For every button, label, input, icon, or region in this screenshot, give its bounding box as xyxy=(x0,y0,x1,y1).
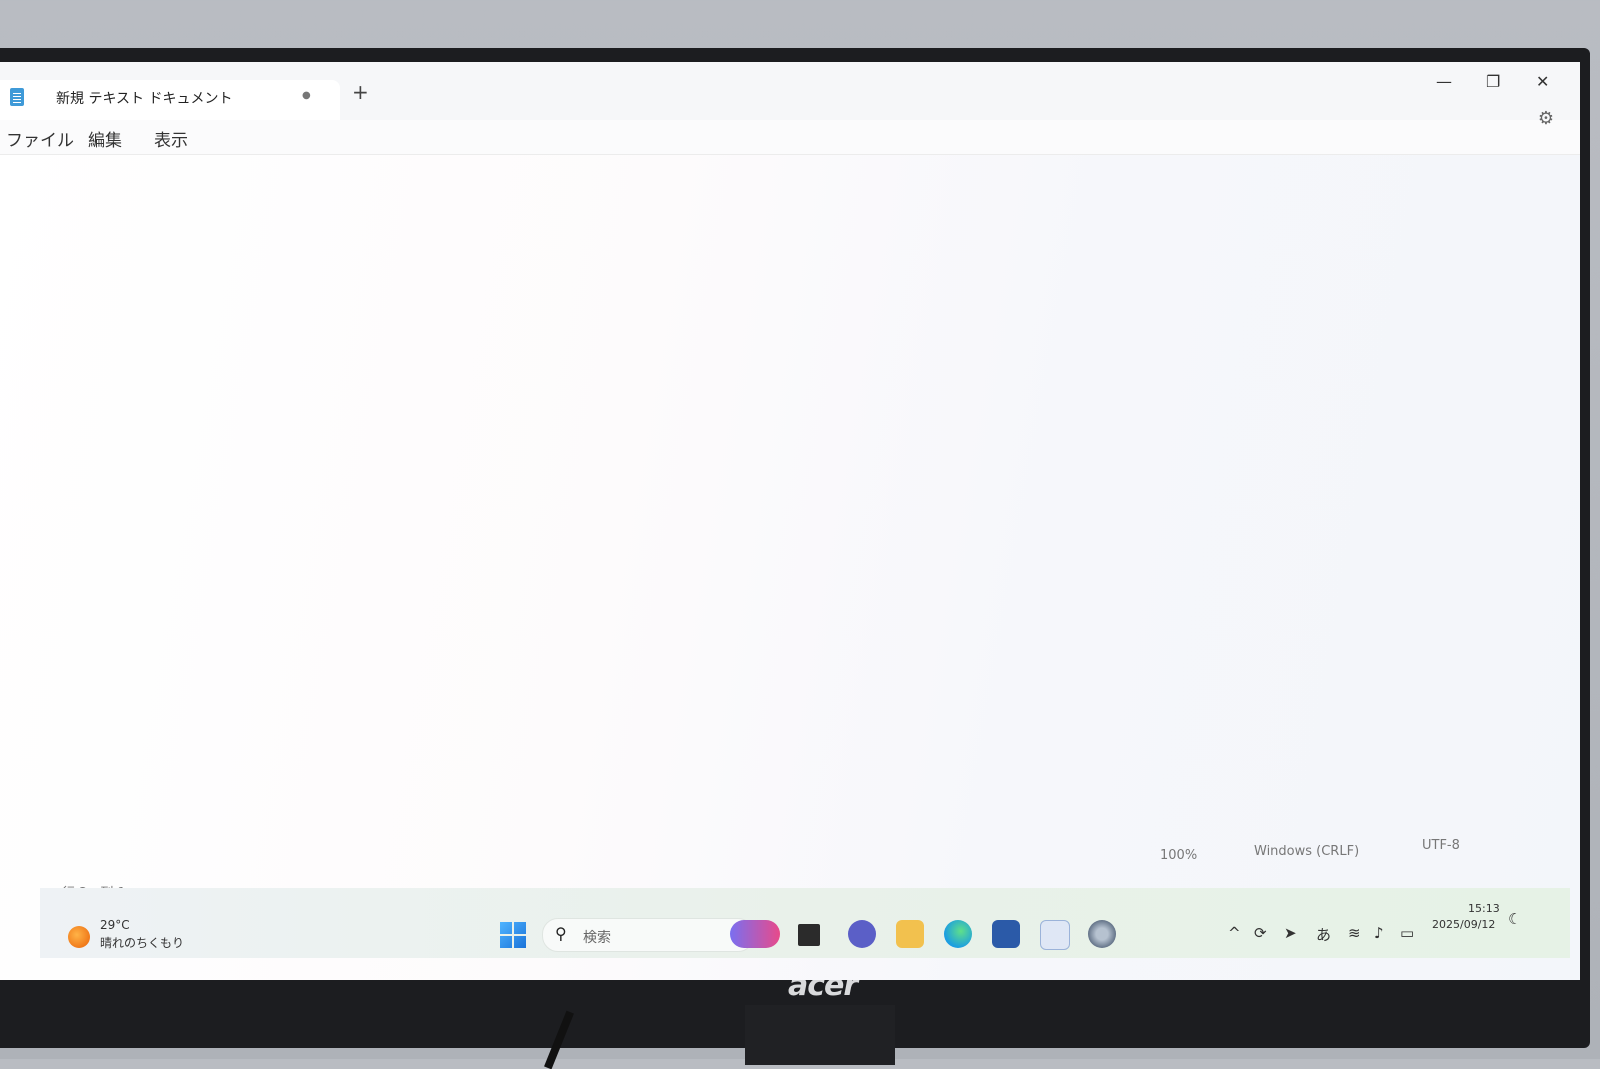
weather-description[interactable]: 晴れのちくもり xyxy=(100,934,184,951)
search-input[interactable]: ⚲ 検索 xyxy=(542,918,754,952)
title-bar: 新規 テキスト ドキュメント ● + — ❐ ✕ xyxy=(0,62,1580,120)
minimize-button[interactable]: — xyxy=(1436,72,1452,91)
notepad-taskbar-icon[interactable] xyxy=(1040,920,1070,950)
clock-time[interactable]: 15:13 xyxy=(1468,902,1500,915)
search-placeholder: 検索 xyxy=(583,930,611,946)
notification-moon-icon[interactable]: ☾ xyxy=(1508,910,1521,928)
copilot-icon[interactable] xyxy=(730,920,780,948)
unsaved-indicator-icon[interactable]: ● xyxy=(302,90,311,101)
settings-gear-icon[interactable]: ⚙ xyxy=(1538,108,1554,129)
screen: 新規 テキスト ドキュメント ● + — ❐ ✕ ファイル 編集 表示 ⚙ 行 … xyxy=(0,62,1580,980)
clock-date[interactable]: 2025/09/12 xyxy=(1432,918,1495,931)
menu-file[interactable]: ファイル xyxy=(6,126,74,151)
settings-taskbar-icon[interactable] xyxy=(1088,920,1116,948)
weather-temperature[interactable]: 29°C xyxy=(100,918,130,932)
edge-browser-icon[interactable] xyxy=(944,920,972,948)
sync-icon[interactable]: ⟳ xyxy=(1254,924,1267,942)
task-view-icon[interactable] xyxy=(798,924,820,946)
new-tab-button[interactable]: + xyxy=(352,80,369,104)
notepad-icon xyxy=(10,88,24,106)
location-icon[interactable]: ➤ xyxy=(1284,924,1297,942)
ime-indicator[interactable]: あ xyxy=(1316,924,1331,945)
battery-icon[interactable]: ▭ xyxy=(1400,924,1414,942)
text-editor-area[interactable] xyxy=(0,155,1580,895)
zoom-level[interactable]: 100% xyxy=(1160,848,1197,863)
maximize-button[interactable]: ❐ xyxy=(1486,72,1500,91)
status-bar: 行 2、列 1 100% Windows (CRLF) UTF-8 xyxy=(0,838,1580,901)
weather-icon[interactable] xyxy=(68,926,90,948)
volume-icon[interactable]: ♪ xyxy=(1374,924,1384,942)
chat-icon[interactable] xyxy=(848,920,876,948)
menu-bar: ファイル 編集 表示 xyxy=(0,120,1580,155)
menu-edit[interactable]: 編集 xyxy=(88,126,122,151)
search-icon: ⚲ xyxy=(555,924,567,943)
wifi-icon[interactable]: ≋ xyxy=(1348,924,1361,942)
store-icon[interactable] xyxy=(992,920,1020,948)
close-button[interactable]: ✕ xyxy=(1536,72,1549,91)
encoding[interactable]: UTF-8 xyxy=(1422,838,1460,853)
chevron-up-icon[interactable]: ^ xyxy=(1228,924,1241,942)
menu-view[interactable]: 表示 xyxy=(154,126,188,151)
taskbar: 29°C 晴れのちくもり ⚲ 検索 ^ ⟳ ➤ あ ≋ ♪ ▭ 15:13 20… xyxy=(40,888,1570,958)
monitor-stand xyxy=(745,1005,895,1065)
start-button-icon[interactable] xyxy=(500,922,526,948)
tab-title: 新規 テキスト ドキュメント xyxy=(56,91,233,107)
file-explorer-icon[interactable] xyxy=(896,920,924,948)
line-ending[interactable]: Windows (CRLF) xyxy=(1254,844,1359,859)
